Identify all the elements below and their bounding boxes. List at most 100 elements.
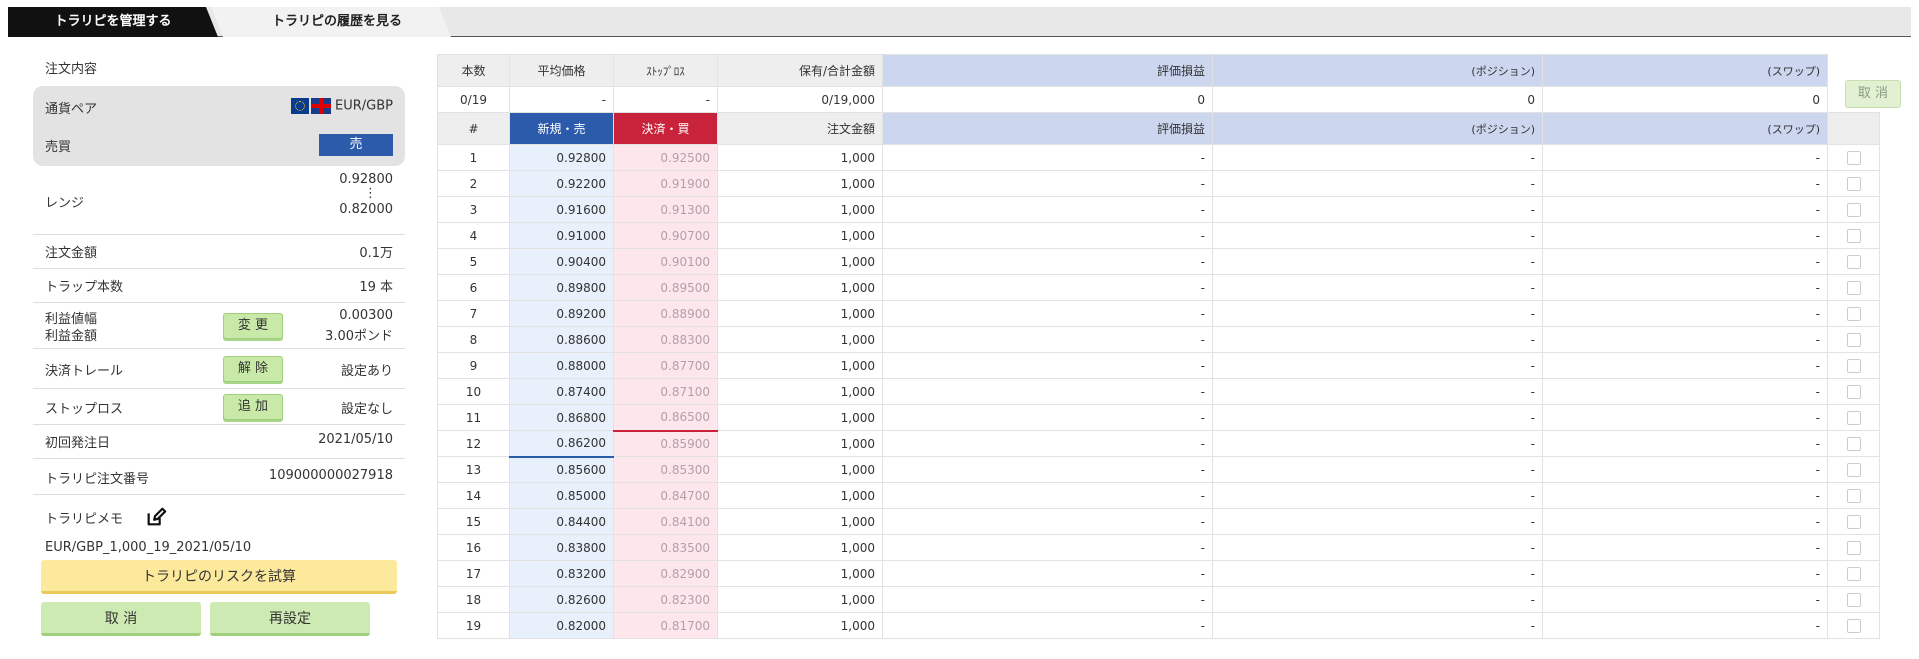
row-checkbox[interactable] [1846,176,1861,191]
row-pl: - [882,378,1213,405]
row-position: - [1212,300,1543,327]
add-stoploss-button[interactable]: 追 加 [223,394,283,420]
row-checkbox[interactable] [1846,202,1861,217]
edit-memo-icon[interactable] [145,506,167,528]
range-low: 0.82000 [339,202,393,217]
new-sell-price: 0.92800 [509,144,614,171]
row-checkbox[interactable] [1846,618,1861,633]
close-buy-price: 0.85300 [613,456,718,483]
cancel-selected-button[interactable]: 取 消 [1845,80,1901,108]
order-amount-label: 注文金額 [45,246,98,261]
close-buy-price: 0.87700 [613,352,718,379]
summary-header-pl: 評価損益 [882,54,1213,87]
row-select-cell [1827,508,1880,535]
row-checkbox[interactable] [1846,462,1861,477]
summary-header-swap: (スワップ) [1542,54,1828,87]
row-swap: - [1542,456,1828,483]
row-select-cell [1827,586,1880,613]
row-pl: - [882,482,1213,509]
cancel-order-button[interactable]: 取 消 [41,602,201,636]
row-checkbox[interactable] [1846,358,1861,373]
row-position: - [1212,482,1543,509]
side-row: 売買 売 [33,134,405,158]
row-pl: - [882,508,1213,535]
row-checkbox[interactable] [1846,228,1861,243]
row-pl: - [882,404,1213,431]
release-trail-button[interactable]: 解 除 [223,356,283,382]
close-buy-price: 0.81700 [613,612,718,639]
summary-avg: - [509,86,614,113]
row-pl: - [882,170,1213,197]
row-select-cell [1827,352,1880,379]
tab-history-label: トラリピの履歴を見る [271,14,402,29]
row-select-cell [1827,248,1880,275]
stoploss-value: 設定なし [340,402,393,417]
new-sell-price: 0.82000 [509,612,614,639]
order-amount: 1,000 [717,534,883,561]
table-row: 5 0.90400 0.90100 1,000- - - [437,248,1880,275]
row-swap: - [1542,222,1828,249]
row-checkbox[interactable] [1846,410,1861,425]
row-checkbox[interactable] [1846,332,1861,347]
row-position: - [1212,352,1543,379]
row-select-cell [1827,274,1880,301]
order-amount: 1,000 [717,248,883,275]
row-swap: - [1542,170,1828,197]
row-position: - [1212,534,1543,561]
row-checkbox[interactable] [1846,306,1861,321]
row-number: 6 [437,274,510,301]
row-pl: - [882,612,1213,639]
row-checkbox[interactable] [1846,384,1861,399]
row-swap: - [1542,352,1828,379]
col-header-position: (ポジション) [1212,112,1543,145]
order-amount-value: 0.1万 [359,246,393,261]
row-number: 2 [437,170,510,197]
trap-order-table: 本数 平均価格 ｽﾄｯﾌﾟﾛｽ 保有/合計金額 評価損益 (ポジション) (スワ… [437,54,1880,639]
table-row: 9 0.88000 0.87700 1,000- - - [437,352,1880,379]
reset-order-button[interactable]: 再設定 [210,602,370,636]
risk-simulation-button[interactable]: トラリピのリスクを試算 [41,560,397,594]
col-header-number: # [437,112,510,145]
row-checkbox[interactable] [1846,592,1861,607]
summary-position: 0 [1212,86,1543,113]
new-sell-price: 0.91000 [509,222,614,249]
summary-holding: 0/19,000 [717,86,883,113]
memo-row: トラリピメモ [33,506,405,530]
row-checkbox[interactable] [1846,280,1861,295]
order-amount: 1,000 [717,482,883,509]
row-checkbox[interactable] [1846,254,1861,269]
order-amount: 1,000 [717,144,883,171]
tab-view-history[interactable]: トラリピの履歴を見る [211,7,451,37]
row-pl: - [882,326,1213,353]
row-number: 13 [437,456,510,483]
table-row: 12 0.86200 0.85900 1,000- - - [437,430,1880,458]
row-swap: - [1542,586,1828,613]
row-swap: - [1542,144,1828,171]
row-checkbox[interactable] [1846,566,1861,581]
first-order-label: 初回発注日 [45,436,111,451]
new-sell-price: 0.90400 [509,248,614,275]
close-buy-price: 0.82900 [613,560,718,587]
row-position: - [1212,274,1543,301]
tab-manage-trarepi[interactable]: トラリピを管理する [8,7,218,37]
row-select-cell [1827,404,1880,431]
row-position: - [1212,248,1543,275]
row-swap: - [1542,274,1828,301]
table-row: 4 0.91000 0.90700 1,000- - - [437,222,1880,249]
row-number: 10 [437,378,510,405]
row-checkbox[interactable] [1846,488,1861,503]
row-swap: - [1542,196,1828,223]
table-row: 6 0.89800 0.89500 1,000- - - [437,274,1880,301]
row-checkbox[interactable] [1846,150,1861,165]
new-sell-price: 0.86200 [509,430,614,458]
row-select-cell [1827,430,1880,457]
change-button[interactable]: 変 更 [223,313,283,339]
row-position: - [1212,508,1543,535]
row-checkbox[interactable] [1846,540,1861,555]
row-checkbox[interactable] [1846,436,1861,451]
order-amount: 1,000 [717,508,883,535]
row-checkbox[interactable] [1846,514,1861,529]
row-pl: - [882,586,1213,613]
close-buy-price: 0.88900 [613,300,718,327]
summary-header-stoploss: ｽﾄｯﾌﾟﾛｽ [613,54,718,87]
